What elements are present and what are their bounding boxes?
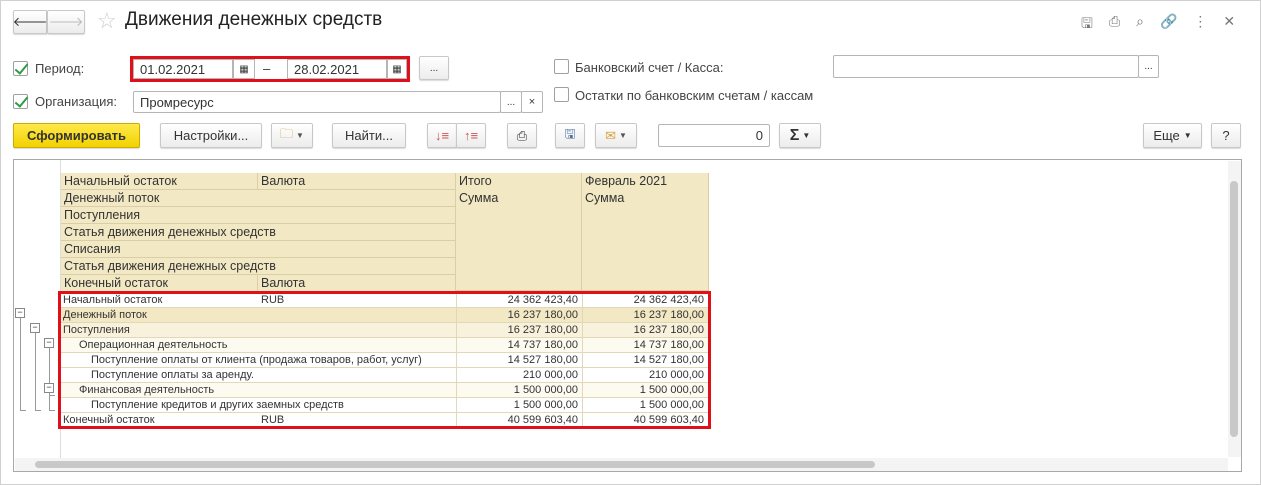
- settings-button[interactable]: Настройки...: [160, 123, 262, 148]
- arrow-right-icon: 🡒: [48, 14, 84, 29]
- envelope-icon: ✉: [605, 127, 616, 143]
- collapse-toggle-icon[interactable]: −: [15, 308, 25, 318]
- find-button[interactable]: Найти...: [332, 123, 406, 148]
- forward-button[interactable]: 🡒: [47, 10, 85, 34]
- printer-icon: ⎙: [516, 127, 528, 143]
- header-cell: Начальный остаток: [61, 173, 258, 190]
- bank-label: Банковский счет / Касса:: [575, 60, 724, 75]
- variants-button[interactable]: 🗀 ▼: [271, 123, 313, 148]
- more-label: Еще: [1153, 128, 1180, 143]
- preview-icon[interactable]: ⌕: [1136, 13, 1144, 37]
- col-month-sum: Сумма: [585, 191, 625, 205]
- report-window: 🡐 🡒 ☆ Движения денежных средств 🖫 ⎙ ⌕ 🔗 ⋮ ✕ П…: [0, 0, 1261, 485]
- calendar-icon[interactable]: ▦: [387, 59, 407, 79]
- close-icon[interactable]: ✕: [1223, 13, 1235, 37]
- col-total: Итого: [459, 174, 492, 188]
- more-button[interactable]: Еще ▼: [1143, 123, 1202, 148]
- generate-button[interactable]: Сформировать: [13, 123, 140, 148]
- balances-label: Остатки по банковским счетам / кассам: [575, 88, 814, 103]
- more-icon[interactable]: ⋮: [1193, 13, 1207, 37]
- sort-down-icon: ↓≡: [434, 128, 450, 143]
- header-cell: Конечный остаток: [61, 275, 258, 292]
- save-icon[interactable]: 🖫: [1081, 13, 1093, 37]
- tree-line: [20, 318, 26, 411]
- floppy-icon: 🖫: [564, 125, 576, 141]
- link-icon[interactable]: 🔗: [1160, 13, 1177, 37]
- header-total: Итого Сумма: [456, 173, 582, 291]
- date-separator: –: [263, 61, 271, 76]
- collapse-all-button[interactable]: ↑≡: [456, 123, 486, 148]
- sigma-icon: Σ: [789, 126, 800, 144]
- dropdown-icon: ▼: [802, 131, 811, 140]
- date-to-input[interactable]: 28.02.2021: [287, 59, 387, 79]
- collapse-toggle-icon[interactable]: −: [44, 383, 54, 393]
- horizontal-scrollbar[interactable]: [15, 458, 1228, 471]
- header-cell: Статья движения денежных средств: [61, 258, 456, 275]
- org-select-button[interactable]: ...: [500, 91, 522, 113]
- data-highlight: [58, 291, 711, 429]
- period-label: Период:: [35, 61, 85, 76]
- header-month: Февраль 2021 Сумма: [582, 173, 709, 291]
- org-input[interactable]: Промресурс: [133, 91, 501, 113]
- sort-up-icon: ↑≡: [463, 128, 479, 143]
- folder-icon: 🗀: [280, 125, 294, 141]
- bank-input[interactable]: [833, 55, 1139, 78]
- collapse-toggle-icon[interactable]: −: [44, 338, 54, 348]
- dropdown-icon: ▼: [618, 131, 627, 140]
- date-from-input[interactable]: 01.02.2021: [133, 59, 233, 79]
- period-select-button[interactable]: ...: [419, 56, 449, 80]
- tree-line: [49, 393, 55, 411]
- org-label: Организация:: [35, 94, 118, 109]
- period-checkbox[interactable]: [13, 61, 28, 76]
- header-cell: Валюта: [258, 173, 456, 190]
- header-cell: Поступления: [61, 207, 456, 224]
- print-button[interactable]: ⎙: [507, 123, 537, 148]
- vertical-scroll-thumb[interactable]: [1230, 181, 1238, 437]
- dropdown-icon: ▼: [296, 131, 304, 140]
- header-cell: Статья движения денежных средств: [61, 224, 456, 241]
- star-icon[interactable]: ☆: [97, 8, 117, 34]
- vertical-scrollbar[interactable]: [1228, 161, 1241, 457]
- page-title: Движения денежных средств: [125, 9, 383, 30]
- header-cell: Валюта: [258, 275, 456, 292]
- bank-select-button[interactable]: ...: [1138, 55, 1159, 78]
- bank-checkbox[interactable]: [554, 59, 569, 74]
- collapse-toggle-icon[interactable]: −: [30, 323, 40, 333]
- dropdown-icon: ▼: [1183, 131, 1192, 140]
- back-button[interactable]: 🡐: [13, 10, 47, 34]
- calendar-icon[interactable]: ▦: [233, 59, 255, 79]
- tree-line: [35, 333, 41, 411]
- help-button[interactable]: ?: [1211, 123, 1241, 148]
- header-cell: Денежный поток: [61, 190, 456, 207]
- save-button[interactable]: 🖫: [555, 123, 585, 148]
- print-icon[interactable]: ⎙: [1109, 13, 1120, 37]
- horizontal-scroll-thumb[interactable]: [35, 461, 875, 468]
- sum-field[interactable]: 0: [658, 124, 770, 147]
- email-button[interactable]: ✉ ▼: [595, 123, 637, 148]
- arrow-left-icon: 🡐: [12, 14, 48, 29]
- org-checkbox[interactable]: [13, 94, 28, 109]
- org-clear-button[interactable]: ×: [521, 91, 543, 113]
- col-total-sum: Сумма: [459, 191, 499, 205]
- sum-button[interactable]: Σ ▼: [779, 123, 821, 148]
- col-month: Февраль 2021: [585, 174, 668, 188]
- header-cell: Списания: [61, 241, 456, 258]
- expand-all-button[interactable]: ↓≡: [427, 123, 457, 148]
- balances-checkbox[interactable]: [554, 87, 569, 102]
